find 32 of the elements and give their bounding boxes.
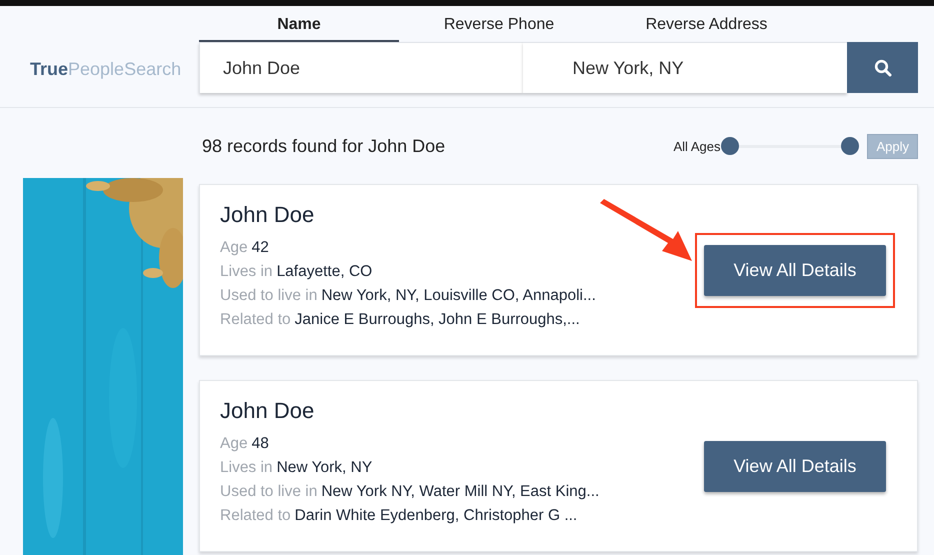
field-label: Lives in [220,263,273,280]
search-tab[interactable]: Reverse Phone [399,14,599,42]
field-value: New York, NY, Louisville CO, Annapoli... [321,287,596,304]
field-label: Lives in [220,459,273,476]
person-name: John Doe [220,398,316,424]
results-count: 98 records found for John Doe [201,136,446,156]
field-label: Age [220,239,248,256]
logo[interactable]: TruePeopleSearch [0,59,199,93]
slider-handle[interactable] [841,137,860,155]
field-value: Lafayette, CO [276,263,372,280]
view-details-button[interactable]: View All Details [704,440,886,492]
age-label: All Ages [673,138,720,154]
location-field[interactable]: New York, NY [522,42,848,93]
name-field[interactable]: John Doe [199,42,523,93]
field-value: New York NY, Water Mill NY, East King... [321,483,600,500]
field-value: New York, NY [276,459,372,476]
search-button[interactable] [847,42,918,93]
field-value: Janice E Burroughs, John E Burroughs,... [294,311,580,328]
field-value: 42 [252,239,269,256]
field-label: Age [220,435,248,452]
slider-handle[interactable] [721,137,740,155]
field-label: Related to [220,507,291,524]
field-label: Used to live in [220,287,318,304]
field-value: 48 [252,435,269,452]
person-name: John Doe [220,202,316,228]
field-value: Darin White Eydenberg, Christopher G ... [294,507,578,524]
search-icon [874,58,892,76]
field-label: Used to live in [220,483,318,500]
field-label: Related to [220,311,291,328]
arrow-icon [598,199,694,263]
view-details-button[interactable]: View All Details [704,244,886,296]
search-tab[interactable]: Reverse Address [599,14,814,42]
